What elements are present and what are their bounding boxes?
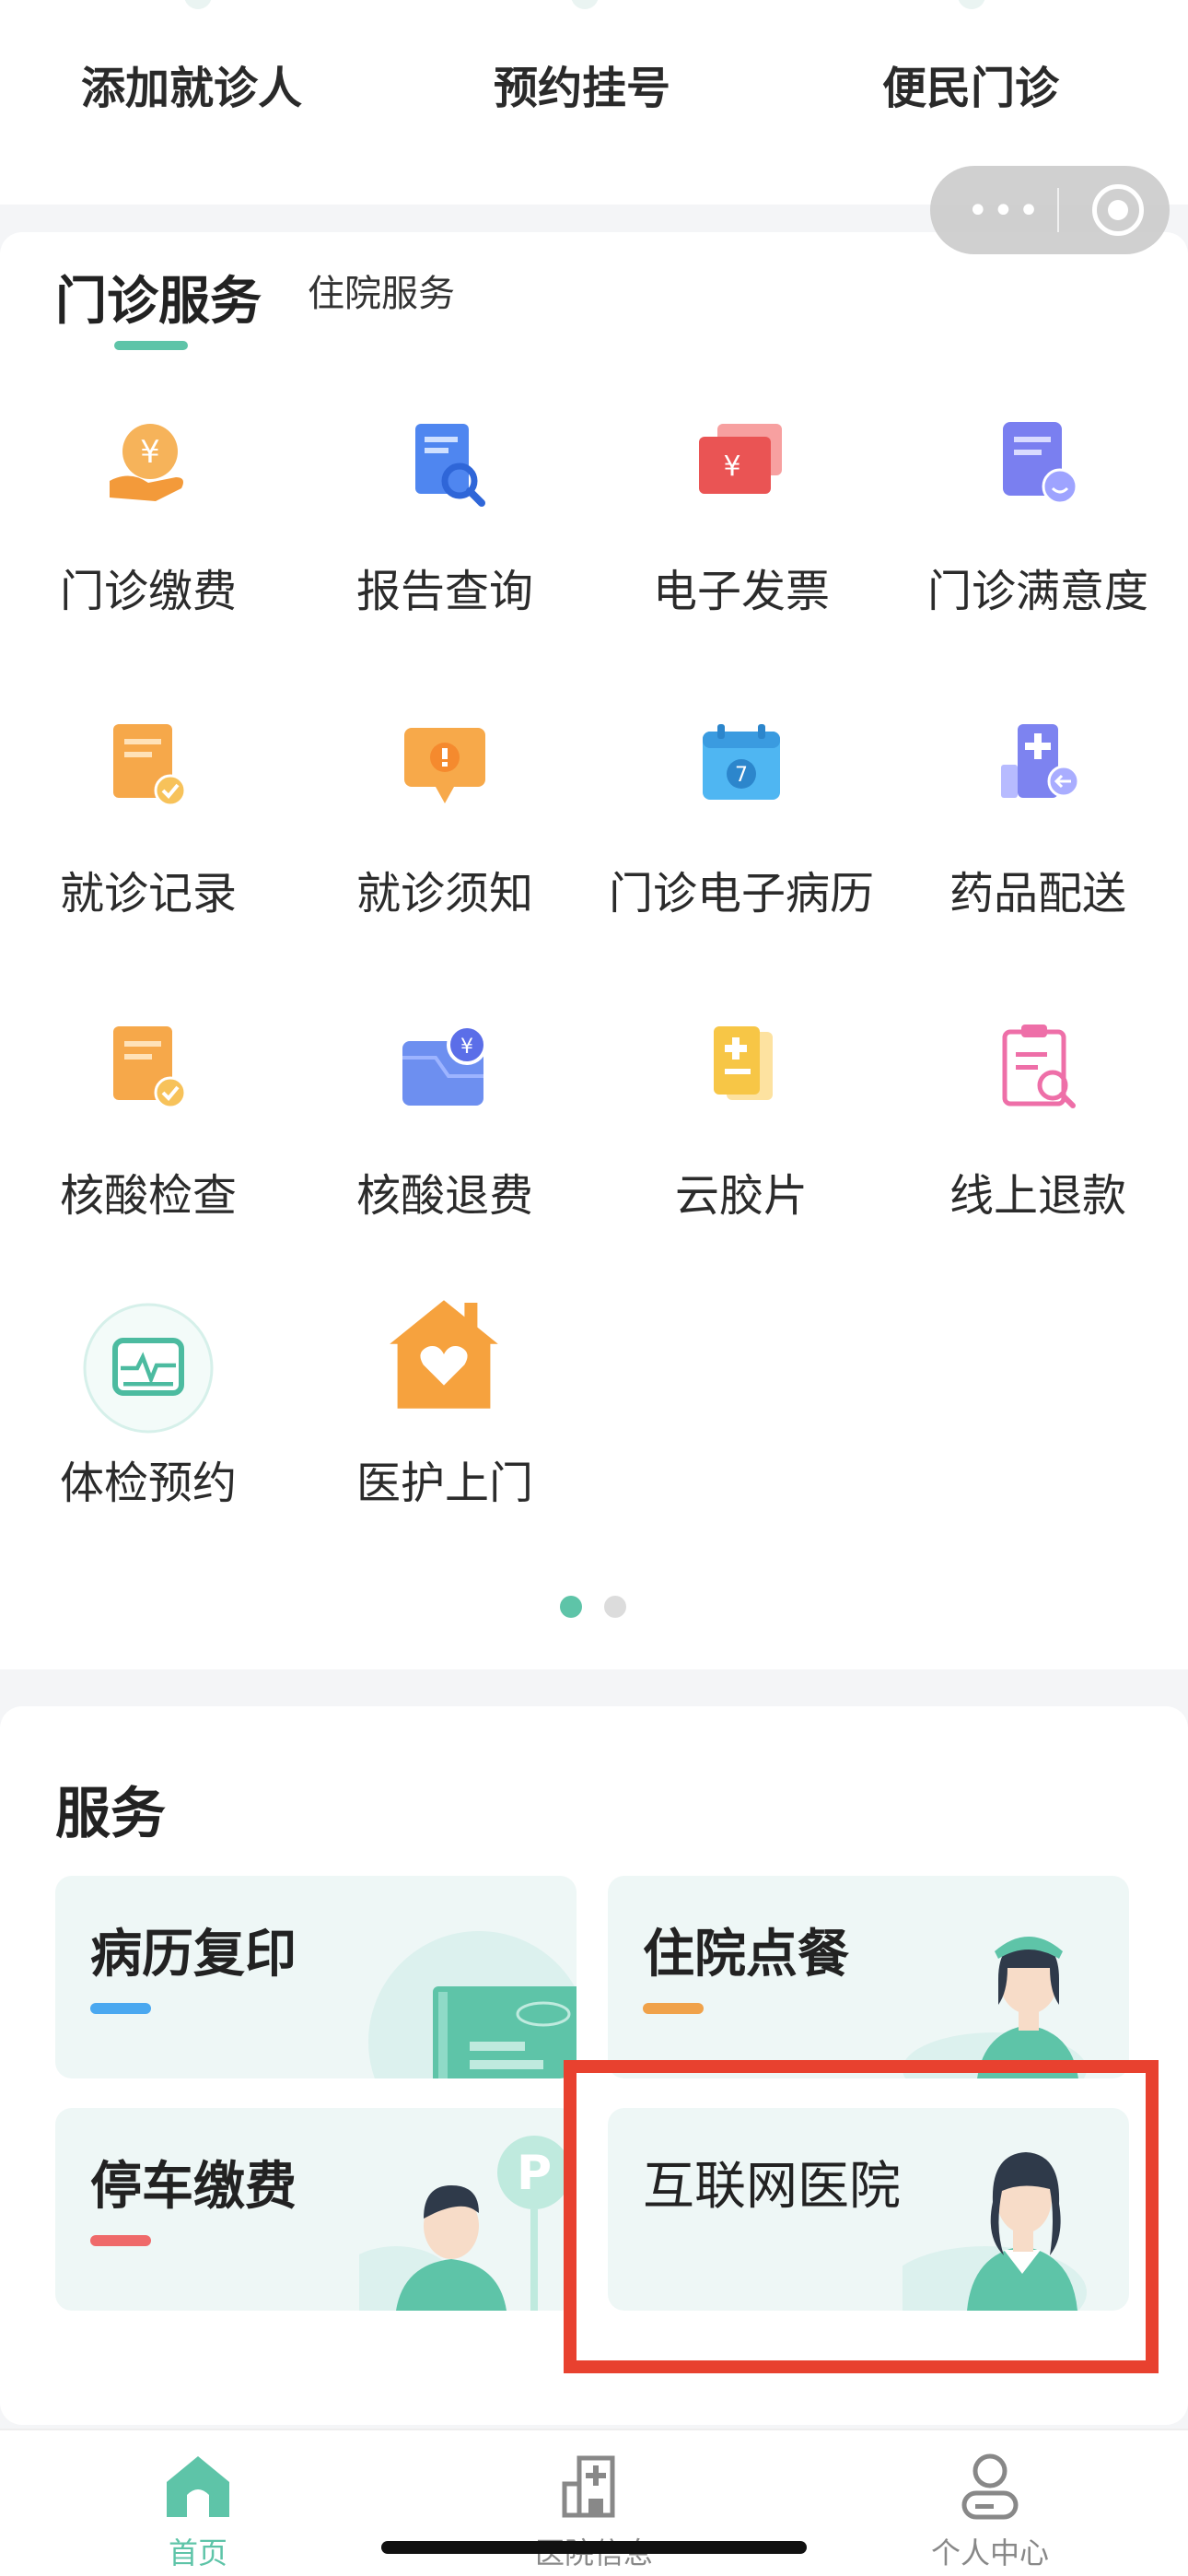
svg-text:P: P xyxy=(517,2146,552,2201)
decor-dot xyxy=(958,0,985,9)
grid-item-nucleic-test[interactable]: 核酸检查 xyxy=(0,1021,297,1297)
close-target-icon[interactable] xyxy=(1092,184,1144,236)
service-inpatient-meal[interactable]: 住院点餐 xyxy=(608,1876,1129,2078)
parking-illustration-icon: P xyxy=(359,2136,571,2311)
decor-dot xyxy=(571,0,599,9)
checkup-icon xyxy=(83,1303,214,1434)
grid-item-satisfaction[interactable]: 门诊满意度 xyxy=(890,416,1186,693)
home-care-icon xyxy=(390,1300,498,1409)
nucleic-refund-icon: ¥ xyxy=(402,1025,487,1106)
calendar-record-icon: 7 xyxy=(703,724,780,800)
home-indicator xyxy=(381,2541,807,2554)
nav-hospital-info[interactable]: 医院信息 xyxy=(396,2430,792,2576)
grid-label: 门诊电子病历 xyxy=(608,868,874,919)
nav-profile[interactable]: 个人中心 xyxy=(792,2430,1188,2576)
service-accent-bar xyxy=(643,2003,704,2014)
grid-label: 体检预约 xyxy=(59,1458,237,1509)
grid-item-notice[interactable]: 就诊须知 xyxy=(297,719,593,995)
grid-label: 线上退款 xyxy=(949,1170,1126,1222)
appointment-link[interactable]: 预约挂号 xyxy=(494,52,670,116)
grid-item-checkup[interactable]: 体检预约 xyxy=(0,1303,297,1585)
visit-record-icon xyxy=(113,724,187,807)
pager-dot[interactable] xyxy=(604,1596,626,1618)
grid-label: 药品配送 xyxy=(949,868,1126,919)
convenience-clinic-link[interactable]: 便民门诊 xyxy=(882,52,1059,116)
grid-item-e-invoice[interactable]: ¥ 电子发票 xyxy=(593,416,890,693)
grid-label: 核酸退费 xyxy=(355,1170,533,1222)
record-card-illustration-icon xyxy=(368,1931,577,2078)
outpatient-services-card: 门诊服务 住院服务 ¥ 门诊缴费 报告查询 ¥ 电子发票 门诊满意度 就诊记录 … xyxy=(0,232,1188,1669)
notice-icon xyxy=(404,728,485,803)
hospital-icon xyxy=(562,2455,615,2518)
grid-item-nucleic-refund[interactable]: ¥ 核酸退费 xyxy=(297,1021,593,1297)
tab-indicator xyxy=(114,341,188,350)
grid-label: 门诊满意度 xyxy=(926,566,1148,617)
service-label: 住院点餐 xyxy=(643,1925,849,1985)
cloud-film-icon xyxy=(714,1026,773,1100)
user-icon xyxy=(961,2453,1019,2520)
grid-item-medicine-delivery[interactable]: 药品配送 xyxy=(890,719,1186,995)
nav-home[interactable]: 首页 xyxy=(0,2430,396,2576)
report-search-icon xyxy=(415,424,485,507)
decor-dot xyxy=(184,0,212,9)
service-accent-bar xyxy=(90,2235,151,2246)
online-refund-icon xyxy=(1002,1025,1076,1108)
services-title: 服务 xyxy=(55,1782,166,1846)
nav-label: 个人中心 xyxy=(930,2535,1049,2570)
svg-text:¥: ¥ xyxy=(723,451,740,483)
add-patient-link[interactable]: 添加就诊人 xyxy=(81,52,302,116)
grid-label: 就诊须知 xyxy=(355,868,533,919)
highlight-box xyxy=(564,2060,1159,2373)
grid-label: 就诊记录 xyxy=(59,868,237,919)
grid-label: 云胶片 xyxy=(674,1170,808,1222)
home-icon xyxy=(167,2456,229,2517)
service-accent-bar xyxy=(90,2003,151,2014)
grid-item-outpatient-payment[interactable]: ¥ 门诊缴费 xyxy=(0,416,297,693)
svg-text:¥: ¥ xyxy=(460,1036,473,1059)
service-label: 停车缴费 xyxy=(90,2157,297,2217)
grid-item-cloud-film[interactable]: 云胶片 xyxy=(593,1021,890,1297)
satisfaction-icon xyxy=(1003,422,1078,505)
capsule-divider xyxy=(1057,188,1059,232)
tab-inpatient[interactable]: 住院服务 xyxy=(308,263,455,317)
service-medical-record-copy[interactable]: 病历复印 xyxy=(55,1876,577,2078)
grid-label: 医护上门 xyxy=(355,1458,533,1509)
svg-text:7: 7 xyxy=(735,764,748,787)
grid-item-e-medical-record[interactable]: 7 门诊电子病历 xyxy=(593,719,890,995)
service-label: 病历复印 xyxy=(90,1925,297,1985)
pager-dot-active[interactable] xyxy=(560,1596,582,1618)
payment-hand-icon: ¥ xyxy=(110,424,183,501)
grid-label: 门诊缴费 xyxy=(59,566,237,617)
grid-item-visit-record[interactable]: 就诊记录 xyxy=(0,719,297,995)
grid-item-online-refund[interactable]: 线上退款 xyxy=(890,1021,1186,1297)
medicine-delivery-icon xyxy=(1001,724,1080,798)
grid-label: 电子发票 xyxy=(652,566,830,617)
nucleic-test-icon xyxy=(113,1026,187,1109)
svg-text:¥: ¥ xyxy=(140,434,160,471)
e-invoice-icon: ¥ xyxy=(699,424,782,494)
nav-label: 首页 xyxy=(168,2535,227,2570)
grid-item-home-care[interactable]: 医护上门 xyxy=(297,1300,593,1585)
service-parking-payment[interactable]: P 停车缴费 xyxy=(55,2108,577,2311)
miniprogram-capsule: ••• xyxy=(930,166,1170,254)
grid-item-report-query[interactable]: 报告查询 xyxy=(297,416,593,693)
grid-label: 核酸检查 xyxy=(59,1170,237,1222)
nurse-illustration-icon xyxy=(903,1937,1087,2078)
more-icon[interactable]: ••• xyxy=(967,190,1043,232)
bottom-nav: 首页 医院信息 个人中心 xyxy=(0,2429,1188,2576)
tab-outpatient[interactable]: 门诊服务 xyxy=(55,260,262,334)
grid-label: 报告查询 xyxy=(355,566,533,617)
